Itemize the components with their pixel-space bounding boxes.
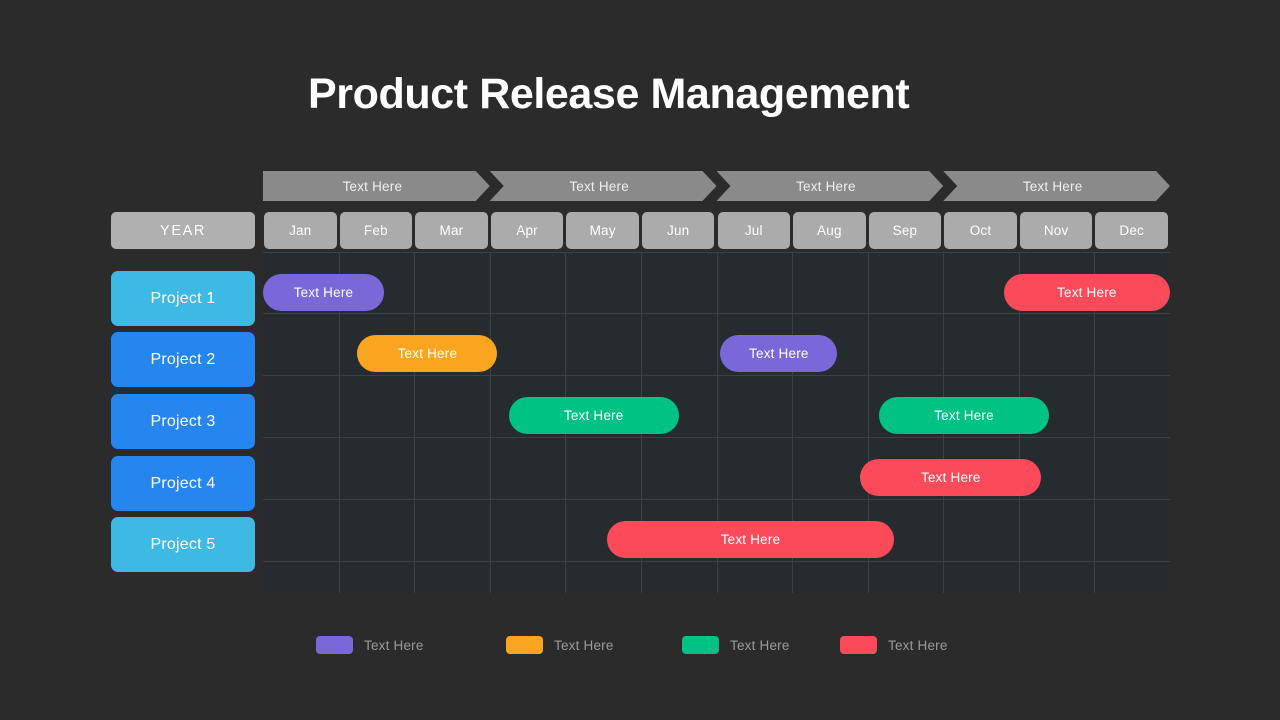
phase-segment-label: Text Here <box>796 178 856 194</box>
month-cell-jul[interactable]: Jul <box>717 212 791 249</box>
month-cell-jan[interactable]: Jan <box>264 212 337 249</box>
task-bar-label: Text Here <box>397 346 458 361</box>
legend-swatch <box>840 636 877 654</box>
task-bar[interactable]: Text Here <box>606 521 895 558</box>
task-bar[interactable]: Text Here <box>860 459 1042 496</box>
task-bar[interactable]: Text Here <box>508 397 679 434</box>
month-cell-feb[interactable]: Feb <box>339 212 413 249</box>
task-bar[interactable]: Text Here <box>720 335 838 372</box>
month-label: Dec <box>1119 223 1144 238</box>
grid-line-horizontal <box>263 313 1170 314</box>
page-title: Product Release Management <box>308 70 910 118</box>
grid-line-horizontal <box>263 499 1170 500</box>
project-label: Project 2 <box>150 350 216 368</box>
project-label: Project 5 <box>150 535 216 553</box>
task-bar-label: Text Here <box>720 532 781 547</box>
year-label: YEAR <box>111 212 255 249</box>
phase-segment-label: Text Here <box>569 178 629 194</box>
phase-segment-1[interactable]: Text Here <box>263 171 490 201</box>
slide-canvas: Product Release Management Text Here Text… <box>0 0 1280 720</box>
task-bar-label: Text Here <box>563 408 624 423</box>
project-button-1[interactable]: Project 1 <box>111 271 255 326</box>
month-label: Sep <box>892 223 918 238</box>
month-cell-aug[interactable]: Aug <box>793 212 866 249</box>
chart-legend: Text Here Text Here Text Here Text Here <box>0 633 1280 657</box>
phase-segment-label: Text Here <box>342 178 403 194</box>
project-label: Project 4 <box>150 474 216 492</box>
month-cell-dec[interactable]: Dec <box>1095 212 1168 249</box>
month-label: Aug <box>817 223 842 238</box>
month-cell-may[interactable]: May <box>566 212 639 249</box>
project-label: Project 3 <box>150 412 216 430</box>
task-bar-label: Text Here <box>293 285 354 300</box>
phase-segment-label: Text Here <box>1022 178 1083 194</box>
month-label: Nov <box>1043 223 1069 238</box>
phase-segment-2[interactable]: Text Here <box>490 171 717 201</box>
project-button-3[interactable]: Project 3 <box>111 394 255 449</box>
month-cell-jun[interactable]: Jun <box>641 212 715 249</box>
phase-segment-4[interactable]: Text Here <box>943 171 1170 201</box>
month-cell-mar[interactable]: Mar <box>415 212 488 249</box>
legend-item-2[interactable]: Text Here <box>506 633 614 657</box>
project-label: Project 1 <box>150 289 216 307</box>
month-cell-sep[interactable]: Sep <box>868 212 942 249</box>
project-button-2[interactable]: Project 2 <box>111 332 255 387</box>
task-bar-label: Text Here <box>749 346 809 361</box>
project-button-4[interactable]: Project 4 <box>111 456 255 511</box>
grid-line-horizontal <box>263 437 1170 438</box>
month-cell-nov[interactable]: Nov <box>1019 212 1093 249</box>
grid-line-horizontal <box>263 561 1170 562</box>
grid-line-vertical <box>414 252 415 593</box>
legend-swatch <box>316 636 353 654</box>
phase-segment-3[interactable]: Text Here <box>717 171 944 201</box>
task-bar[interactable]: Text Here <box>357 335 498 372</box>
phase-header-strip: Text Here Text Here Text Here Text Here <box>263 171 1168 201</box>
grid-line-vertical <box>490 252 491 593</box>
legend-label: Text Here <box>730 637 790 653</box>
month-header-row: Jan Feb Mar Apr May Jun Jul Aug Sep Oct Nov Dec <box>263 212 1170 249</box>
task-bar-label: Text Here <box>1057 285 1117 300</box>
task-bar[interactable]: Text Here <box>1003 274 1170 311</box>
gantt-grid-panel: Text Here Text Here Text Here Text Here Text… <box>263 252 1170 593</box>
project-button-5[interactable]: Project 5 <box>111 517 255 572</box>
month-label: Apr <box>516 223 538 238</box>
task-bar[interactable]: Text Here <box>879 397 1050 434</box>
month-label: Jul <box>744 223 763 238</box>
month-label: Jan <box>289 223 312 238</box>
legend-item-3[interactable]: Text Here <box>682 633 790 657</box>
legend-swatch <box>682 636 719 654</box>
legend-label: Text Here <box>364 637 424 653</box>
month-cell-apr[interactable]: Apr <box>490 212 564 249</box>
month-cell-oct[interactable]: Oct <box>944 212 1017 249</box>
legend-label: Text Here <box>888 637 948 653</box>
task-bar-label: Text Here <box>934 408 994 423</box>
month-label: Mar <box>439 223 464 238</box>
legend-swatch <box>506 636 543 654</box>
task-bar[interactable]: Text Here <box>263 274 384 311</box>
grid-line-horizontal <box>263 252 1170 253</box>
month-label: May <box>589 223 616 238</box>
month-label: Oct <box>969 223 992 238</box>
month-label: Feb <box>363 223 388 238</box>
task-bar-label: Text Here <box>921 470 981 485</box>
grid-line-horizontal <box>263 375 1170 376</box>
month-label: Jun <box>667 223 690 238</box>
legend-label: Text Here <box>554 637 614 653</box>
legend-item-1[interactable]: Text Here <box>316 633 424 657</box>
legend-item-4[interactable]: Text Here <box>840 633 948 657</box>
